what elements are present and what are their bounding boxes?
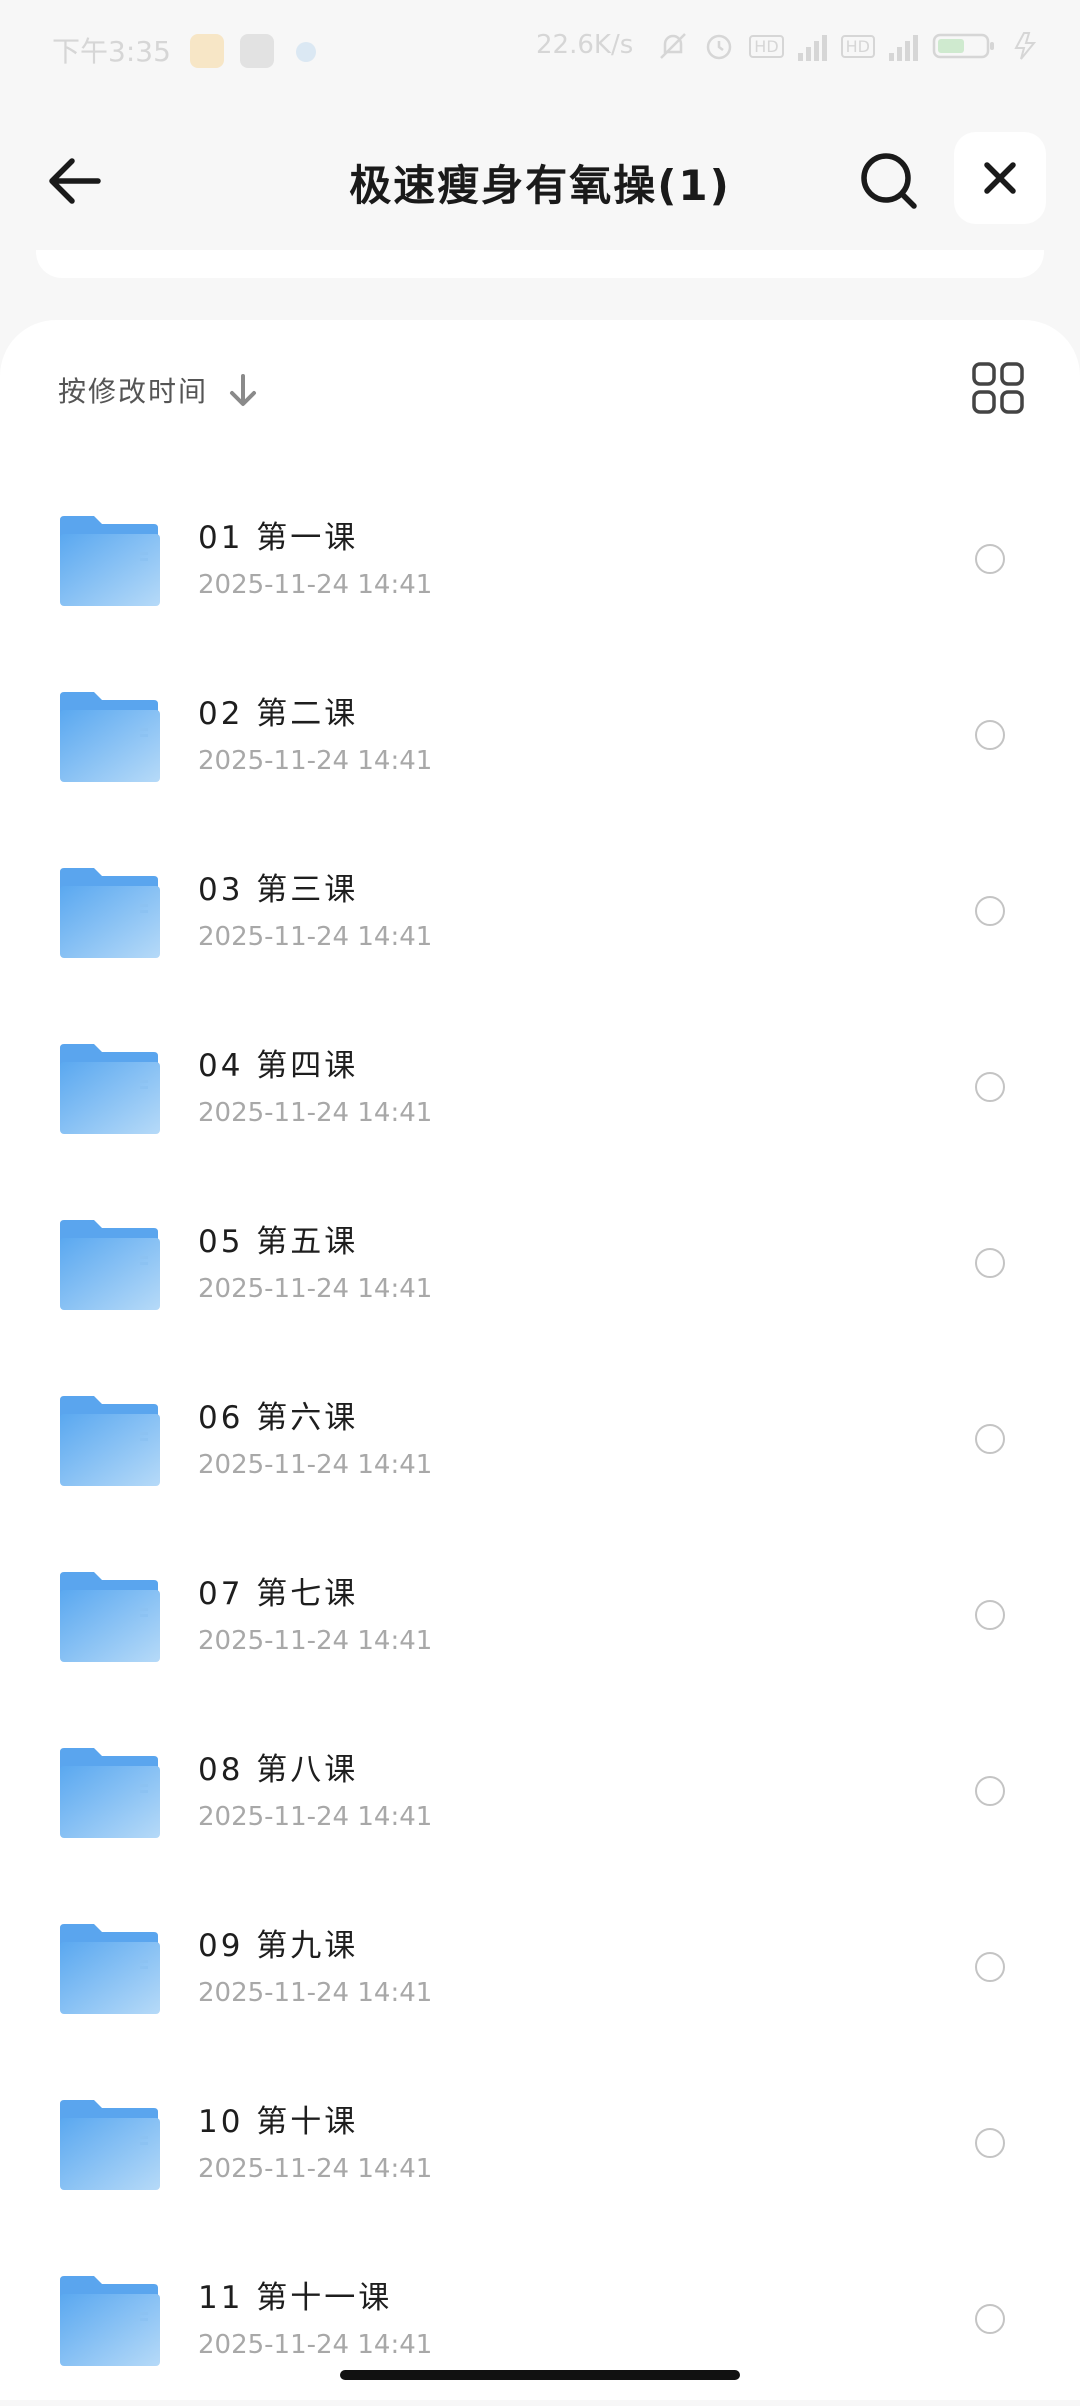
- file-row[interactable]: 10 第十课 2025-11-24 14:41: [0, 2054, 1080, 2230]
- search-icon: [861, 153, 917, 209]
- file-row[interactable]: 07 第七课 2025-11-24 14:41: [0, 1526, 1080, 1702]
- file-panel: 按修改时间 01 第一课 2025-11-24 14:41 02 第二课 202…: [0, 320, 1080, 2400]
- file-name: 03 第三课: [198, 872, 359, 908]
- file-row[interactable]: 09 第九课 2025-11-24 14:41: [0, 1878, 1080, 2054]
- signal-icon: [797, 31, 827, 61]
- hd-icon: HD: [749, 34, 784, 58]
- select-radio[interactable]: [975, 720, 1005, 750]
- network-speed: 22.6K/s: [536, 30, 634, 60]
- file-list: 01 第一课 2025-11-24 14:41 02 第二课 2025-11-2…: [0, 470, 1080, 2406]
- file-date: 2025-11-24 14:41: [198, 1450, 433, 1480]
- file-name: 02 第二课: [198, 696, 359, 732]
- select-radio[interactable]: [975, 1776, 1005, 1806]
- status-time: 下午3:35: [52, 35, 171, 68]
- file-name: 08 第八课: [198, 1752, 359, 1788]
- system-icons: HD HD: [657, 30, 1040, 62]
- file-name: 07 第七课: [198, 1576, 359, 1612]
- file-date: 2025-11-24 14:41: [198, 922, 433, 952]
- notification-dot-icon: [296, 42, 316, 62]
- select-radio[interactable]: [975, 1072, 1005, 1102]
- search-button[interactable]: [856, 148, 922, 214]
- file-row[interactable]: 03 第三课 2025-11-24 14:41: [0, 822, 1080, 998]
- folder-icon: [60, 2276, 160, 2366]
- file-date: 2025-11-24 14:41: [198, 1098, 433, 1128]
- folder-icon: [60, 1220, 160, 1310]
- select-radio[interactable]: [975, 544, 1005, 574]
- folder-icon: [60, 1748, 160, 1838]
- close-button[interactable]: [954, 132, 1046, 224]
- sort-label: 按修改时间: [58, 375, 209, 408]
- tiktok-icon: [240, 34, 274, 68]
- select-radio[interactable]: [975, 1424, 1005, 1454]
- close-icon: [984, 162, 1016, 194]
- file-date: 2025-11-24 14:41: [198, 1978, 433, 2008]
- charging-icon: [1014, 32, 1037, 60]
- folder-icon: [60, 692, 160, 782]
- status-bar: 下午3:35 22.6K/s HD HD: [0, 0, 1080, 96]
- select-radio[interactable]: [975, 1248, 1005, 1278]
- file-date: 2025-11-24 14:41: [198, 746, 433, 776]
- file-name: 06 第六课: [198, 1400, 359, 1436]
- file-name: 01 第一课: [198, 520, 359, 556]
- mute-bell-icon: [660, 33, 687, 59]
- select-radio[interactable]: [975, 2304, 1005, 2334]
- file-name: 05 第五课: [198, 1224, 359, 1260]
- file-date: 2025-11-24 14:41: [198, 1802, 433, 1832]
- home-indicator[interactable]: [340, 2370, 740, 2380]
- folder-icon: [60, 2100, 160, 2190]
- folder-icon: [60, 1396, 160, 1486]
- file-date: 2025-11-24 14:41: [198, 2154, 433, 2184]
- file-name: 11 第十一课: [198, 2280, 393, 2316]
- file-name: 10 第十课: [198, 2104, 359, 2140]
- file-date: 2025-11-24 14:41: [198, 570, 433, 600]
- folder-icon: [60, 868, 160, 958]
- folder-icon: [60, 1572, 160, 1662]
- file-row[interactable]: 04 第四课 2025-11-24 14:41: [0, 998, 1080, 1174]
- notification-app-icon: [190, 34, 224, 68]
- arrow-down-icon: [230, 374, 257, 406]
- alarm-icon: [707, 34, 732, 60]
- folder-icon: [60, 1044, 160, 1134]
- file-date: 2025-11-24 14:41: [198, 1626, 433, 1656]
- select-radio[interactable]: [975, 2128, 1005, 2158]
- select-radio[interactable]: [975, 896, 1005, 926]
- file-row[interactable]: 01 第一课 2025-11-24 14:41: [0, 470, 1080, 646]
- file-name: 09 第九课: [198, 1928, 359, 1964]
- file-name: 04 第四课: [198, 1048, 359, 1084]
- grid-view-icon: [972, 362, 1024, 414]
- file-row[interactable]: 02 第二课 2025-11-24 14:41: [0, 646, 1080, 822]
- header-card-edge: [36, 250, 1044, 278]
- select-radio[interactable]: [975, 1952, 1005, 1982]
- battery-icon: [932, 33, 994, 59]
- sort-control[interactable]: 按修改时间: [58, 360, 258, 420]
- header: 极速瘦身有氧操(1): [0, 96, 1080, 266]
- file-row[interactable]: 06 第六课 2025-11-24 14:41: [0, 1350, 1080, 1526]
- folder-icon: [60, 1924, 160, 2014]
- file-date: 2025-11-24 14:41: [198, 1274, 433, 1304]
- file-row[interactable]: 08 第八课 2025-11-24 14:41: [0, 1702, 1080, 1878]
- file-date: 2025-11-24 14:41: [198, 2330, 433, 2360]
- hd-icon: HD: [840, 34, 875, 58]
- view-toggle-button[interactable]: [970, 360, 1026, 416]
- file-row[interactable]: 05 第五课 2025-11-24 14:41: [0, 1174, 1080, 1350]
- folder-icon: [60, 516, 160, 606]
- select-radio[interactable]: [975, 1600, 1005, 1630]
- signal-icon: [889, 31, 918, 61]
